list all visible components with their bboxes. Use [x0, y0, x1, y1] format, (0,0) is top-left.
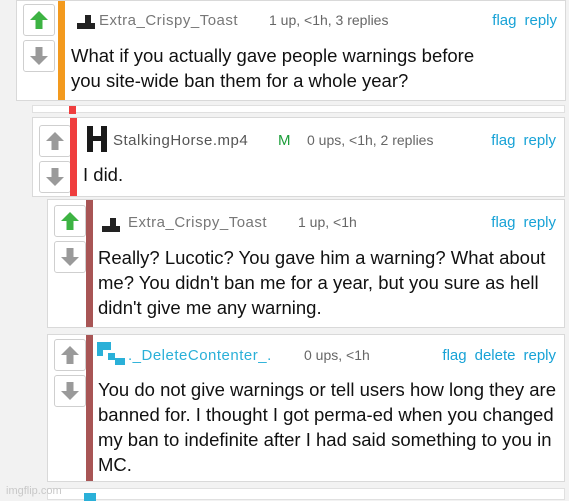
next-comment-edge — [47, 488, 565, 501]
arrow-down-icon — [46, 168, 64, 186]
delete-link[interactable]: delete — [475, 347, 516, 364]
upvote-button[interactable] — [23, 4, 55, 36]
arrow-up-icon — [46, 132, 64, 150]
comment-body: Really? Lucotic? You gave him a warning?… — [98, 247, 546, 318]
comment-3: Extra_Crispy_Toast 1 up, <1h flag reply R… — [47, 199, 565, 328]
comment-meta: 0 ups, <1h, 2 replies — [307, 132, 434, 148]
thread-bar — [70, 118, 77, 196]
comment-1: Extra_Crispy_Toast 1 up, <1h, 3 replies … — [16, 0, 566, 101]
flag-link[interactable]: flag — [491, 214, 515, 231]
arrow-up-icon — [30, 11, 48, 29]
downvote-button[interactable] — [39, 161, 71, 193]
username-link[interactable]: Extra_Crispy_Toast — [128, 214, 267, 231]
arrow-down-icon — [61, 248, 79, 266]
thread-bar — [58, 1, 65, 100]
watermark: imgflip.com — [6, 485, 62, 497]
flag-link[interactable]: flag — [491, 132, 515, 149]
flag-link[interactable]: flag — [442, 347, 466, 364]
comment-body: You do not give warnings or tell users h… — [98, 379, 556, 475]
downvote-button[interactable] — [54, 241, 86, 273]
user-avatar[interactable] — [85, 124, 109, 154]
upvote-button[interactable] — [39, 125, 71, 157]
user-avatar[interactable] — [75, 9, 97, 31]
reply-link[interactable]: reply — [524, 12, 557, 29]
comment-meta: 0 ups, <1h — [304, 347, 370, 363]
mod-badge: M — [278, 132, 291, 149]
comment-actions: flag reply — [483, 214, 556, 231]
username-link[interactable]: StalkingHorse.mp4 — [113, 132, 248, 149]
user-avatar[interactable] — [96, 341, 126, 367]
comment-actions: flag reply — [484, 12, 557, 29]
comment-actions: flag reply — [483, 132, 556, 149]
comment-body: I did. — [83, 164, 124, 185]
arrow-down-icon — [30, 47, 48, 65]
reply-link[interactable]: reply — [523, 132, 556, 149]
comment-body: What if you actually gave people warning… — [71, 45, 475, 91]
arrow-down-icon — [61, 382, 79, 400]
thread-bar — [86, 200, 93, 327]
arrow-up-icon — [61, 346, 79, 364]
downvote-button[interactable] — [23, 40, 55, 72]
comment-4: ._DeleteContenter_. 0 ups, <1h flag delet… — [47, 334, 565, 482]
reply-link[interactable]: reply — [523, 214, 556, 231]
comment-actions: flag delete reply — [434, 347, 556, 364]
user-avatar[interactable] — [100, 212, 122, 234]
collapsed-comment-edge — [32, 105, 565, 114]
comment-meta: 1 up, <1h — [298, 214, 357, 230]
flag-link[interactable]: flag — [492, 12, 516, 29]
downvote-button[interactable] — [54, 375, 86, 407]
comment-meta: 1 up, <1h, 3 replies — [269, 12, 389, 28]
username-link[interactable]: Extra_Crispy_Toast — [99, 12, 238, 29]
upvote-button[interactable] — [54, 339, 86, 371]
arrow-up-icon — [61, 212, 79, 230]
upvote-button[interactable] — [54, 205, 86, 237]
comment-2: StalkingHorse.mp4 M 0 ups, <1h, 2 replie… — [32, 117, 565, 197]
reply-link[interactable]: reply — [523, 347, 556, 364]
username-link[interactable]: ._DeleteContenter_. — [128, 347, 272, 364]
thread-bar — [86, 335, 93, 481]
